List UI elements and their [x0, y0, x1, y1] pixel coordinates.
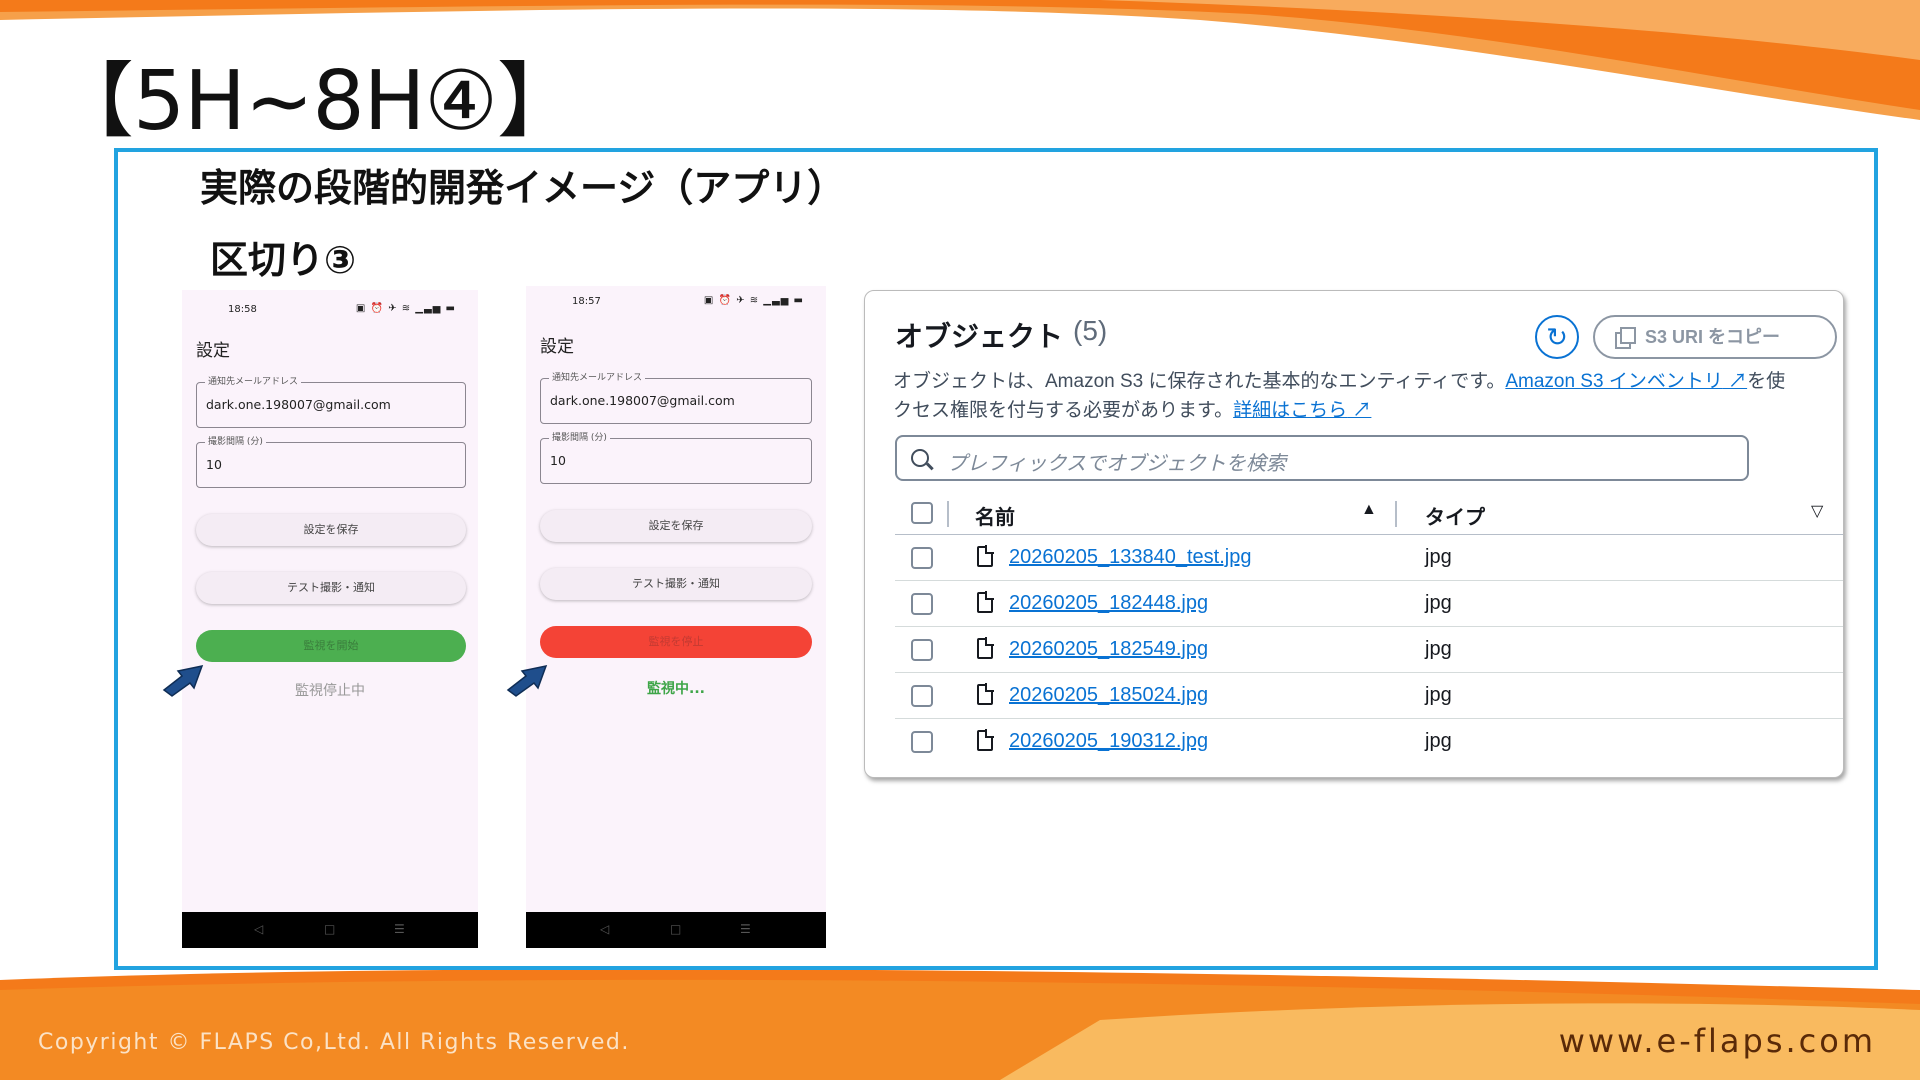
settings-title: 設定: [540, 337, 574, 357]
nav-back-button[interactable]: ◁: [254, 922, 263, 936]
inventory-link[interactable]: Amazon S3 インベントリ: [1505, 371, 1723, 392]
search-placeholder: プレフィックスでオブジェクトを検索: [947, 453, 1286, 475]
table-row: 20260205_185024.jpg jpg: [895, 673, 1843, 719]
sort-indicator-icon[interactable]: ▽: [1811, 501, 1823, 521]
nav-menu-button[interactable]: ☰: [740, 922, 751, 936]
object-type: jpg: [1425, 638, 1452, 660]
objects-table: 名前 ▲ タイプ ▽ 20260205_133840_test.jpg jpg …: [895, 491, 1843, 765]
file-icon: [977, 545, 994, 567]
object-name-link[interactable]: 20260205_190312.jpg: [1009, 730, 1208, 753]
search-icon: [911, 449, 929, 467]
row-checkbox[interactable]: [911, 547, 933, 569]
bottom-decorative-band: [0, 969, 1920, 1080]
refresh-button[interactable]: ↻: [1535, 315, 1579, 359]
column-header-name[interactable]: 名前: [975, 501, 1015, 530]
email-field-value: dark.one.198007@gmail.com: [206, 397, 391, 412]
monitor-status-text: 監視停止中: [295, 683, 365, 699]
file-icon: [977, 729, 994, 751]
phone-screen-running: 18:57 ▣ ⏰ ✈ ≋ ▁▃▅ ▬ 設定 通知先メールアドレス dark.o…: [526, 286, 826, 948]
object-type: jpg: [1425, 684, 1452, 706]
external-link-icon: ↗: [1722, 371, 1748, 392]
save-settings-button[interactable]: 設定を保存: [196, 514, 466, 546]
file-icon: [977, 637, 994, 659]
copy-s3-uri-label: S3 URI をコピー: [1645, 327, 1781, 347]
object-type: jpg: [1425, 546, 1452, 568]
interval-field-value: 10: [550, 453, 566, 468]
copy-icon: [1615, 327, 1636, 349]
object-name-link[interactable]: 20260205_182549.jpg: [1009, 638, 1208, 661]
column-divider: [947, 501, 949, 527]
status-bar: 18:57 ▣ ⏰ ✈ ≋ ▁▃▅ ▬: [526, 295, 826, 312]
row-checkbox[interactable]: [911, 685, 933, 707]
status-time: 18:57: [572, 296, 601, 307]
start-monitoring-button[interactable]: 監視を開始: [196, 630, 466, 662]
row-checkbox[interactable]: [911, 731, 933, 753]
table-row: 20260205_182549.jpg jpg: [895, 627, 1843, 673]
table-row: 20260205_182448.jpg jpg: [895, 581, 1843, 627]
interval-field-value: 10: [206, 457, 222, 472]
learn-more-link[interactable]: 詳細はこちら: [1233, 400, 1347, 421]
stop-monitoring-button[interactable]: 監視を停止: [540, 626, 812, 658]
email-field[interactable]: 通知先メールアドレス dark.one.198007@gmail.com: [196, 376, 466, 428]
email-field-label: 通知先メールアドレス: [205, 376, 302, 388]
object-type: jpg: [1425, 730, 1452, 752]
description-text-2: クセス権限を付与する必要があります。: [893, 400, 1234, 421]
s3-description: オブジェクトは、Amazon S3 に保存された基本的なエンティティです。Ama…: [893, 367, 1843, 425]
slide-subheading: 区切り③: [210, 238, 357, 282]
sort-ascending-icon[interactable]: ▲: [1361, 501, 1377, 519]
object-type: jpg: [1425, 592, 1452, 614]
test-capture-button[interactable]: テスト撮影・通知: [196, 572, 466, 604]
interval-field-label: 撮影間隔 (分): [205, 436, 266, 448]
settings-title: 設定: [196, 341, 230, 361]
status-bar: 18:58 ▣ ⏰ ✈ ≋ ▁▃▅ ▬: [182, 303, 478, 320]
external-link-icon: ↗: [1347, 400, 1372, 421]
object-name-link[interactable]: 20260205_185024.jpg: [1009, 684, 1208, 707]
interval-field-label: 撮影間隔 (分): [549, 432, 610, 444]
android-nav-bar: ◁ □ ☰: [526, 912, 826, 948]
object-name-link[interactable]: 20260205_133840_test.jpg: [1009, 546, 1251, 569]
table-header: 名前 ▲ タイプ ▽: [895, 491, 1843, 535]
row-checkbox[interactable]: [911, 639, 933, 661]
file-icon: [977, 683, 994, 705]
email-field[interactable]: 通知先メールアドレス dark.one.198007@gmail.com: [540, 372, 812, 424]
email-field-label: 通知先メールアドレス: [549, 372, 646, 384]
pointer-arrow-icon: [162, 664, 204, 697]
monitor-status-text: 監視中...: [647, 681, 705, 697]
s3-objects-title: オブジェクト: [895, 321, 1064, 352]
refresh-icon: ↻: [1546, 322, 1568, 352]
column-divider: [1395, 501, 1397, 527]
nav-home-button[interactable]: □: [670, 922, 681, 936]
description-text-1: オブジェクトは、Amazon S3 に保存された基本的なエンティティです。: [893, 371, 1506, 392]
slide-heading: 実際の段階的開発イメージ（アプリ）: [200, 166, 846, 210]
interval-field[interactable]: 撮影間隔 (分) 10: [540, 432, 812, 484]
status-icons: ▣ ⏰ ✈ ≋ ▁▃▅ ▬: [703, 295, 804, 306]
email-field-value: dark.one.198007@gmail.com: [550, 393, 735, 408]
s3-objects-panel: オブジェクト (5) ↻ S3 URI をコピー オブジェクトは、Amazon …: [864, 290, 1844, 778]
phone-screen-stopped: 18:58 ▣ ⏰ ✈ ≋ ▁▃▅ ▬ 設定 通知先メールアドレス dark.o…: [182, 290, 478, 948]
select-all-checkbox[interactable]: [911, 502, 933, 524]
table-row: 20260205_133840_test.jpg jpg: [895, 535, 1843, 581]
test-capture-button[interactable]: テスト撮影・通知: [540, 568, 812, 600]
copy-s3-uri-button[interactable]: S3 URI をコピー: [1593, 315, 1837, 359]
pointer-arrow-icon: [506, 664, 548, 697]
nav-menu-button[interactable]: ☰: [394, 922, 405, 936]
status-icons: ▣ ⏰ ✈ ≋ ▁▃▅ ▬: [355, 303, 456, 314]
save-settings-button[interactable]: 設定を保存: [540, 510, 812, 542]
status-time: 18:58: [228, 304, 257, 315]
s3-objects-count: (5): [1073, 315, 1108, 346]
column-header-type[interactable]: タイプ: [1425, 501, 1485, 530]
object-search-input[interactable]: プレフィックスでオブジェクトを検索: [895, 435, 1749, 481]
object-name-link[interactable]: 20260205_182448.jpg: [1009, 592, 1208, 615]
android-nav-bar: ◁ □ ☰: [182, 912, 478, 948]
table-row: 20260205_190312.jpg jpg: [895, 719, 1843, 765]
footer-url[interactable]: www.e-flaps.com: [1559, 1022, 1876, 1060]
file-icon: [977, 591, 994, 613]
nav-back-button[interactable]: ◁: [600, 922, 609, 936]
interval-field[interactable]: 撮影間隔 (分) 10: [196, 436, 466, 488]
slide-title: 【5H~8H④】: [52, 54, 579, 149]
row-checkbox[interactable]: [911, 593, 933, 615]
description-text-1-tail: を使: [1747, 371, 1786, 392]
nav-home-button[interactable]: □: [324, 922, 335, 936]
footer-copyright: Copyright © FLAPS Co,Ltd. All Rights Res…: [38, 1030, 630, 1055]
